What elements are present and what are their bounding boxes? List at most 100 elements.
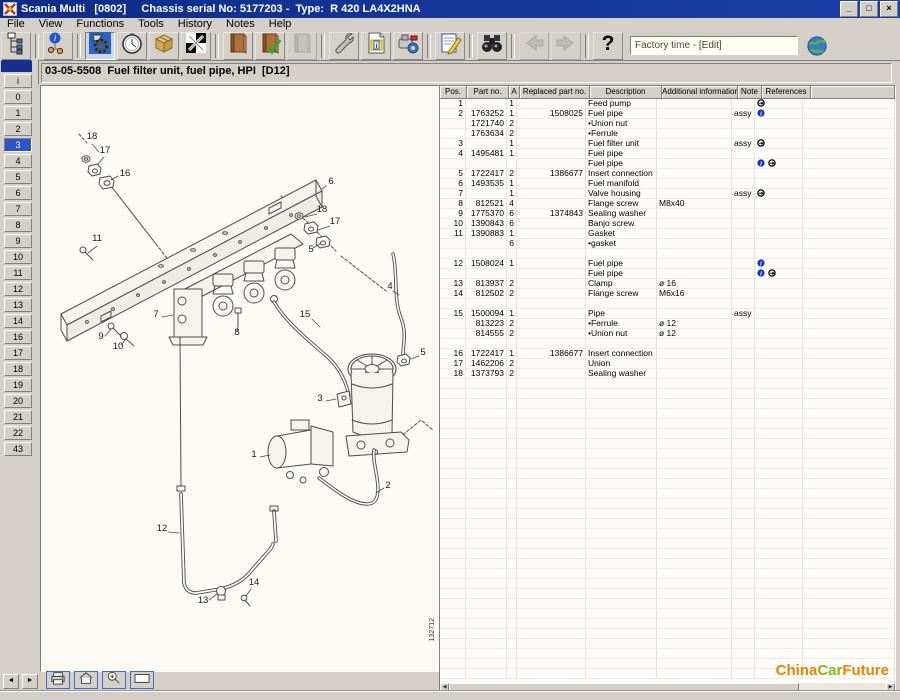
table-row[interactable]: 17217402•Union nut <box>440 119 895 129</box>
table-row[interactable]: 5172241721386677Insert connection <box>440 169 895 179</box>
fit-page-button[interactable] <box>130 671 154 689</box>
sidebar-section-21[interactable]: 21 <box>4 410 32 424</box>
scrollbar-right-arrow[interactable]: ▶ <box>886 683 895 691</box>
sidebar-section-0[interactable]: 0 <box>4 90 32 104</box>
info-reference-icon[interactable]: i <box>757 109 765 119</box>
callout-9[interactable]: 9 <box>98 331 103 342</box>
table-row[interactable]: 138139372Clampø 16 <box>440 279 895 289</box>
sidebar-section-4[interactable]: 4 <box>4 154 32 168</box>
factory-time-input[interactable] <box>630 36 798 55</box>
callout-15[interactable]: 15 <box>300 309 311 320</box>
zoom-in-button[interactable] <box>102 671 126 689</box>
document-info-button[interactable]: i <box>361 32 391 60</box>
callout-6[interactable]: 6 <box>328 176 333 187</box>
globe-icon[interactable] <box>806 35 828 57</box>
sidebar-section-20[interactable]: 20 <box>4 394 32 408</box>
sidebar-section-11[interactable]: 11 <box>4 266 32 280</box>
search-binoculars-button[interactable] <box>477 32 507 60</box>
menu-tools[interactable]: Tools <box>131 18 171 31</box>
sidebar-section-5[interactable]: 5 <box>4 170 32 184</box>
column-header-Description[interactable]: Description <box>590 86 662 99</box>
table-row[interactable]: 1515000941Pipeassy <box>440 309 895 319</box>
callout-7[interactable]: 7 <box>153 309 158 320</box>
info-reference-icon[interactable]: i <box>757 159 765 169</box>
callout-8[interactable]: 8 <box>234 327 239 338</box>
table-row[interactable]: 614935351Fuel manifold <box>440 179 895 189</box>
machine-button[interactable] <box>393 32 423 60</box>
column-header-Replaced part no.[interactable]: Replaced part no. <box>520 86 590 99</box>
sidebar-section-13[interactable]: 13 <box>4 298 32 312</box>
sidebar-section-43[interactable]: 43 <box>4 442 32 456</box>
sidebar-section-12[interactable]: 12 <box>4 282 32 296</box>
menu-file[interactable]: File <box>0 18 32 31</box>
home-button[interactable] <box>74 671 98 689</box>
sidebar-section-17[interactable]: 17 <box>4 346 32 360</box>
sidebar-scroll-left-button[interactable]: ◄ <box>3 674 19 689</box>
navigator-button[interactable] <box>1 32 31 60</box>
callout-11[interactable]: 11 <box>92 233 102 244</box>
jump-reference-icon[interactable] <box>768 159 776 169</box>
callout-17[interactable]: 17 <box>100 145 111 156</box>
callout-10[interactable]: 10 <box>113 341 124 352</box>
close-button[interactable]: × <box>880 1 898 17</box>
table-row[interactable]: 31Fuel filter unitassy <box>440 139 895 149</box>
sidebar-section-16[interactable]: 16 <box>4 330 32 344</box>
callout-16[interactable]: 16 <box>120 168 131 179</box>
picture-info-button[interactable]: i <box>43 32 73 60</box>
sidebar-section-2[interactable]: 2 <box>4 122 32 136</box>
sidebar-section-9[interactable]: 9 <box>4 234 32 248</box>
jump-reference-icon[interactable] <box>757 139 765 149</box>
table-row[interactable]: 148125022Flange screwM6x16 <box>440 289 895 299</box>
table-row[interactable]: 1215080241Fuel pipei <box>440 259 895 269</box>
column-header-References[interactable]: References <box>762 86 811 99</box>
callout-5[interactable]: 5 <box>308 244 313 255</box>
menu-view[interactable]: View <box>32 18 70 31</box>
table-row[interactable]: 1714622062Union <box>440 359 895 369</box>
menu-history[interactable]: History <box>171 18 219 31</box>
callout-18[interactable]: 18 <box>317 204 328 215</box>
column-header-Additional information[interactable]: Additional information <box>662 86 738 99</box>
help-button[interactable]: ? <box>593 32 623 60</box>
menu-functions[interactable]: Functions <box>69 18 131 31</box>
notes-edit-button[interactable] <box>435 32 465 60</box>
table-row[interactable]: 1013908436Banjo screw <box>440 219 895 229</box>
jump-reference-icon[interactable] <box>768 269 776 279</box>
service-planning-button[interactable] <box>117 32 147 60</box>
callout-14[interactable]: 14 <box>249 577 260 588</box>
table-row[interactable]: 17636342•Ferrule <box>440 129 895 139</box>
menu-notes[interactable]: Notes <box>219 18 262 31</box>
table-row[interactable]: 11Feed pump <box>440 99 895 109</box>
table-row[interactable]: 9177537061374843Sealing washer <box>440 209 895 219</box>
catalog-open-button[interactable] <box>223 32 253 60</box>
wrench-button[interactable] <box>329 32 359 60</box>
callout-17[interactable]: 17 <box>330 216 341 227</box>
table-row[interactable]: 2176325211508025Fuel pipeassyi <box>440 109 895 119</box>
maximize-button[interactable]: □ <box>860 1 878 17</box>
scrollbar-thumb[interactable] <box>449 683 799 691</box>
table-row[interactable]: 71Valve housingassy <box>440 189 895 199</box>
callout-5[interactable]: 5 <box>420 347 425 358</box>
sidebar-section-19[interactable]: 19 <box>4 378 32 392</box>
sidebar-section-i[interactable]: i <box>4 74 32 88</box>
info-reference-icon[interactable]: i <box>757 269 765 279</box>
spare-parts-button[interactable] <box>85 32 115 60</box>
callout-3[interactable]: 3 <box>317 393 322 404</box>
sidebar-section-1[interactable]: 1 <box>4 106 32 120</box>
sidebar-section-22[interactable]: 22 <box>4 426 32 440</box>
sidebar-section-14[interactable]: 14 <box>4 314 32 328</box>
table-horizontal-scrollbar[interactable]: ◀ ▶ <box>440 683 895 691</box>
minimize-button[interactable]: _ <box>840 1 858 17</box>
tools-catalog-button[interactable] <box>181 32 211 60</box>
table-row[interactable]: 1113908831Gasket <box>440 229 895 239</box>
jump-reference-icon[interactable] <box>757 189 765 199</box>
table-row[interactable]: 88125214Flange screwM8x40 <box>440 199 895 209</box>
print-button[interactable] <box>46 671 70 689</box>
jump-reference-icon[interactable] <box>757 99 765 109</box>
table-row[interactable]: 1813737932Sealing washer <box>440 369 895 379</box>
table-row[interactable]: Fuel pipei <box>440 269 895 279</box>
table-row[interactable]: 414954811Fuel pipe <box>440 149 895 159</box>
catalog-check-button[interactable] <box>255 32 285 60</box>
callout-13[interactable]: 13 <box>198 595 209 606</box>
info-reference-icon[interactable]: i <box>757 259 765 269</box>
sidebar-section-8[interactable]: 8 <box>4 218 32 232</box>
